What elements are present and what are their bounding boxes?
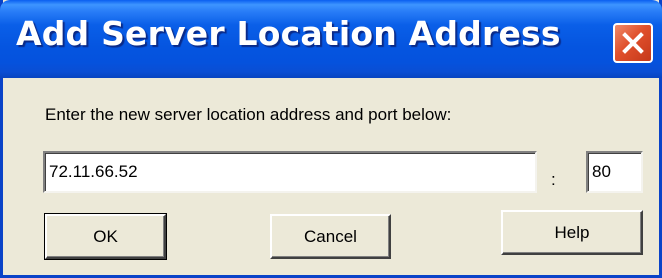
title-bar[interactable]: Add Server Location Address: [0, 0, 662, 78]
port-separator: :: [551, 170, 556, 189]
prompt-label: Enter the new server location address an…: [45, 105, 452, 124]
close-button[interactable]: [613, 23, 653, 63]
cancel-button[interactable]: Cancel: [270, 214, 391, 259]
server-address-input[interactable]: [43, 151, 537, 193]
port-input[interactable]: [586, 151, 643, 193]
close-icon: [622, 32, 644, 54]
ok-button[interactable]: OK: [44, 213, 167, 260]
dialog-title: Add Server Location Address: [16, 14, 561, 53]
help-button[interactable]: Help: [501, 210, 643, 255]
add-server-location-dialog: Add Server Location Address Enter the ne…: [0, 0, 662, 278]
